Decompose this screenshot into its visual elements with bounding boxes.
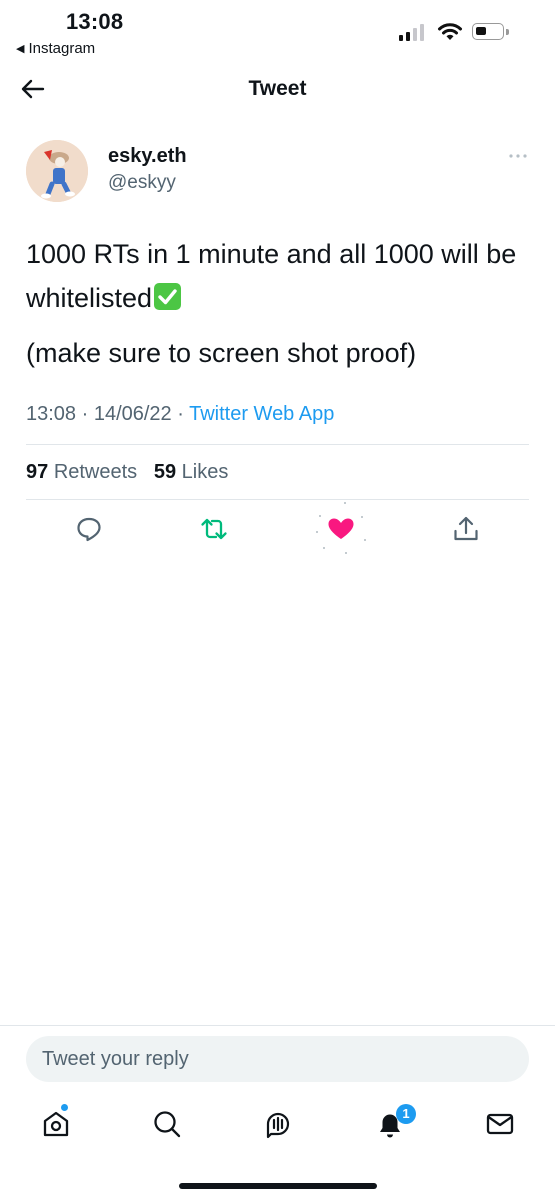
retweets-label: Retweets bbox=[53, 461, 138, 483]
share-icon[interactable] bbox=[451, 514, 481, 544]
author-display-name[interactable]: esky.eth bbox=[108, 145, 187, 168]
reply-icon[interactable] bbox=[74, 514, 104, 544]
home-icon[interactable] bbox=[40, 1108, 72, 1140]
retweet-icon[interactable] bbox=[199, 514, 229, 544]
signal-icon bbox=[399, 24, 424, 41]
more-options-icon[interactable] bbox=[508, 146, 528, 166]
tweet-text-line1: 1000 RTs in 1 minute and all 1000 will b… bbox=[26, 239, 517, 313]
tweet-timestamp: 13:08 · 14/06/22 · bbox=[26, 403, 190, 425]
battery-cap bbox=[506, 29, 509, 35]
retweets-stat[interactable]: 97 Retweets bbox=[26, 461, 137, 483]
back-app-label: Instagram bbox=[28, 40, 96, 57]
tweet-source-link[interactable]: Twitter Web App bbox=[189, 403, 334, 425]
battery-icon bbox=[472, 23, 504, 40]
page-title: Tweet bbox=[248, 77, 307, 100]
tweet-text: 1000 RTs in 1 minute and all 1000 will b… bbox=[26, 232, 526, 320]
check-mark-emoji-icon bbox=[154, 283, 182, 310]
status-time: 13:08 bbox=[66, 9, 124, 34]
divider bbox=[26, 499, 529, 500]
author-handle[interactable]: @eskyy bbox=[108, 172, 176, 194]
home-indicator bbox=[179, 1183, 377, 1189]
avatar-image bbox=[26, 140, 88, 202]
messages-icon[interactable] bbox=[484, 1108, 516, 1140]
spaces-icon[interactable] bbox=[262, 1108, 294, 1140]
retweets-count: 97 bbox=[26, 461, 49, 483]
back-arrow-icon[interactable] bbox=[20, 76, 46, 102]
tweet-text-line2: (make sure to screen shot proof) bbox=[26, 338, 417, 368]
like-icon[interactable] bbox=[312, 500, 370, 558]
tweet-meta: 13:08 · 14/06/22 · Twitter Web App bbox=[26, 403, 334, 426]
notifications-badge: 1 bbox=[396, 1104, 416, 1124]
tweet-stats: 97 Retweets 59 Likes bbox=[26, 461, 228, 484]
back-to-app-link[interactable]: ◀ Instagram bbox=[16, 40, 95, 57]
divider bbox=[26, 444, 529, 445]
likes-label: Likes bbox=[181, 461, 229, 483]
likes-stat[interactable]: 59 Likes bbox=[154, 461, 229, 483]
likes-count: 59 bbox=[153, 461, 177, 483]
search-icon[interactable] bbox=[151, 1108, 183, 1140]
home-unread-dot bbox=[61, 1104, 68, 1111]
wifi-icon bbox=[438, 23, 462, 40]
back-triangle-icon: ◀ bbox=[16, 43, 25, 55]
avatar[interactable] bbox=[26, 140, 88, 202]
reply-bar-divider bbox=[0, 1025, 555, 1026]
reply-input[interactable] bbox=[26, 1036, 529, 1082]
